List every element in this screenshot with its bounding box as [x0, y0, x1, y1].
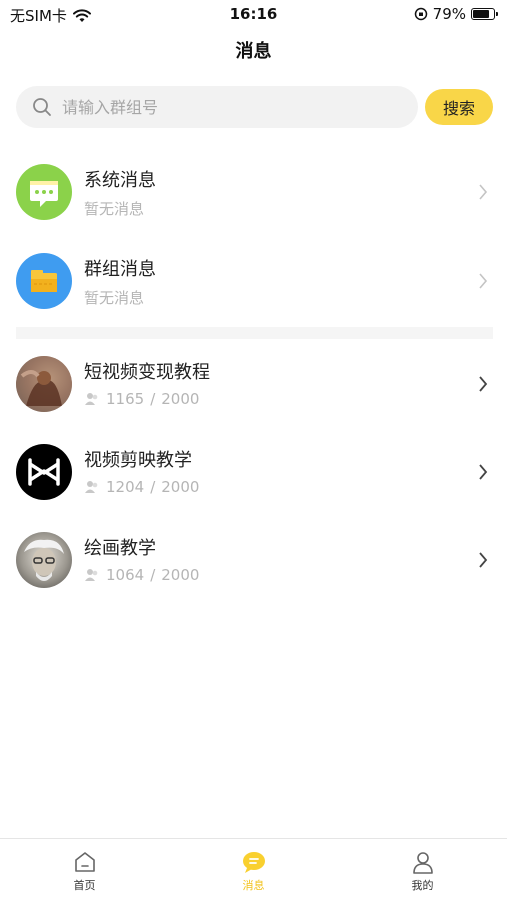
group-name: 视频剪映教学: [84, 450, 192, 471]
item-title: 系统消息: [84, 170, 156, 191]
chevron-right-icon: [479, 552, 488, 568]
search-box[interactable]: [16, 86, 418, 128]
section-divider: [16, 327, 493, 339]
tab-home[interactable]: 首页: [0, 839, 169, 900]
chevron-right-icon: [479, 464, 488, 480]
member-current: 1204: [106, 478, 145, 496]
chevron-right-icon: [479, 184, 488, 200]
member-capacity: 2000: [161, 390, 200, 408]
user-icon: [412, 852, 433, 874]
member-separator: /: [150, 478, 156, 496]
member-current: 1165: [106, 390, 145, 408]
battery-fill: [473, 10, 489, 18]
member-count: 1165 / 2000: [84, 390, 199, 408]
battery-percent: 79%: [432, 5, 466, 23]
member-current: 1064: [106, 566, 145, 584]
item-subtitle: 暂无消息: [84, 289, 145, 307]
tab-bar: 首页 消息 我的: [0, 838, 507, 900]
member-count: 1204 / 2000: [84, 478, 199, 496]
list-item-group[interactable]: 绘画教学 1064 / 2000: [16, 532, 493, 596]
search-icon: [33, 98, 51, 116]
group-name: 绘画教学: [84, 538, 156, 559]
header: 消息: [0, 36, 507, 68]
member-capacity: 2000: [161, 478, 200, 496]
search-row: 搜索: [16, 86, 493, 128]
chevron-right-icon: [479, 376, 488, 392]
member-capacity: 2000: [161, 566, 200, 584]
group-name: 短视频变现教程: [84, 362, 210, 383]
member-separator: /: [150, 390, 156, 408]
chat-bubble-icon: [16, 164, 72, 220]
list-item-group-messages[interactable]: 群组消息 暂无消息: [16, 253, 493, 317]
tab-messages[interactable]: 消息: [169, 839, 338, 900]
portrait-avatar: [16, 532, 72, 588]
item-subtitle: 暂无消息: [84, 200, 145, 218]
list-item-system-messages[interactable]: 系统消息 暂无消息: [16, 164, 493, 228]
home-icon: [74, 852, 95, 872]
members-icon: [85, 393, 98, 405]
capcut-logo-avatar: [16, 444, 72, 500]
search-input[interactable]: [62, 97, 382, 117]
list-item-group[interactable]: 视频剪映教学 1204 / 2000: [16, 444, 493, 508]
search-button[interactable]: 搜索: [425, 89, 493, 125]
group-avatar: [16, 356, 72, 412]
tab-label: 首页: [73, 879, 96, 892]
list-item-group[interactable]: 短视频变现教程 1165 / 2000: [16, 356, 493, 420]
member-count: 1064 / 2000: [84, 566, 199, 584]
status-bar: 无SIM卡 16:16 79%: [0, 0, 507, 28]
tab-label: 我的: [411, 879, 434, 892]
battery-icon: [471, 8, 498, 20]
chevron-right-icon: [479, 273, 488, 289]
item-title: 群组消息: [84, 259, 156, 280]
page-title: 消息: [235, 41, 272, 62]
member-separator: /: [150, 566, 156, 584]
members-icon: [85, 569, 98, 581]
orientation-lock-icon: [414, 7, 427, 21]
tab-profile[interactable]: 我的: [338, 839, 507, 900]
members-icon: [85, 481, 98, 493]
tab-label: 消息: [242, 879, 265, 892]
message-icon: [242, 852, 265, 873]
messages-page: 无SIM卡 16:16 79% 消息 请输入群组号 搜索 系统消息 暂无消息 群…: [0, 0, 507, 900]
status-right: 79%: [414, 5, 498, 23]
folder-icon: [16, 253, 72, 309]
